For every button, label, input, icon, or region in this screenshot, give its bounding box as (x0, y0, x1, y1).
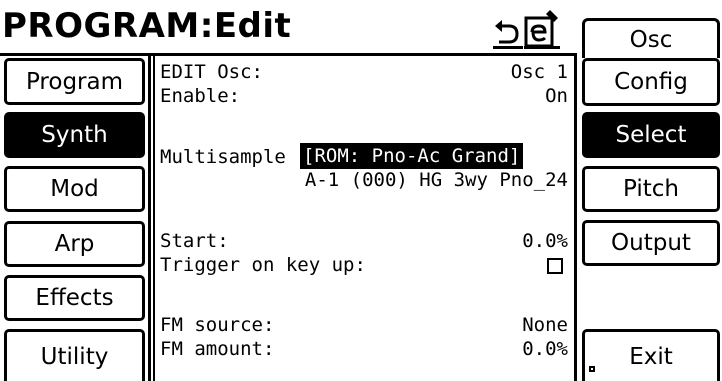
tab-config[interactable]: Config (582, 58, 720, 106)
tab-select[interactable]: Select (582, 112, 720, 158)
param-fm-source[interactable]: FM source: None (160, 313, 568, 337)
param-value[interactable]: 0.0% (522, 337, 568, 361)
exit-button-label: Exit (629, 343, 673, 370)
param-trigger-on-key-up[interactable]: Trigger on key up: (160, 253, 568, 277)
tab-osc[interactable]: Osc (582, 18, 720, 58)
param-fm-amount[interactable]: FM amount: 0.0% (160, 337, 568, 361)
param-label: FM amount: (160, 338, 275, 360)
param-label: Enable: (160, 85, 241, 107)
undo-arrow-icon[interactable] (493, 16, 523, 50)
exit-marker-icon (589, 366, 595, 372)
param-value[interactable]: On (545, 84, 568, 108)
tab-synth-label: Synth (37, 122, 112, 148)
param-label: Multisample (160, 146, 286, 168)
param-label: Trigger on key up: (160, 254, 366, 276)
param-label: EDIT Osc: (160, 61, 263, 83)
header-divider (0, 53, 577, 56)
param-edit-osc[interactable]: EDIT Osc: Osc 1 (160, 60, 568, 84)
tab-output-label: Output (611, 230, 691, 256)
tab-config-label: Config (614, 69, 688, 95)
main-frame-right (574, 56, 577, 381)
tab-program[interactable]: Program (4, 58, 145, 105)
param-enable[interactable]: Enable: On (160, 84, 568, 108)
tab-arp[interactable]: Arp (4, 221, 145, 267)
param-value[interactable]: Osc 1 (511, 60, 568, 84)
tab-effects[interactable]: Effects (4, 275, 145, 321)
tab-effects-label: Effects (35, 285, 114, 311)
tab-pitch-label: Pitch (623, 176, 679, 202)
param-value[interactable]: None (522, 313, 568, 337)
trigger-on-key-up-checkbox[interactable] (547, 258, 563, 274)
param-label: Start: (160, 230, 229, 252)
main-frame-left-inner (153, 56, 155, 381)
tab-utility[interactable]: Utility (4, 329, 145, 381)
tab-synth[interactable]: Synth (4, 112, 145, 158)
exit-button[interactable]: Exit (582, 329, 720, 381)
tab-select-label: Select (615, 122, 687, 148)
tab-mod-label: Mod (50, 176, 99, 202)
tab-output[interactable]: Output (582, 220, 720, 266)
param-label: FM source: (160, 314, 275, 336)
multisample-name-value[interactable]: A-1 (000) HG 3wy Pno_24 (305, 168, 568, 192)
param-multisample: Multisample (160, 145, 300, 169)
tab-osc-label: Osc (629, 26, 673, 53)
multisample-bank-value[interactable]: [ROM: Pno-Ac Grand] (300, 143, 524, 169)
tab-mod[interactable]: Mod (4, 166, 145, 212)
page-title: PROGRAM:Edit (2, 6, 292, 46)
tab-pitch[interactable]: Pitch (582, 166, 720, 212)
edit-document-icon[interactable] (524, 8, 560, 50)
tab-program-label: Program (25, 68, 124, 95)
main-frame-left (148, 56, 151, 381)
param-value[interactable]: 0.0% (522, 229, 568, 253)
param-start[interactable]: Start: 0.0% (160, 229, 568, 253)
tab-arp-label: Arp (54, 231, 95, 257)
tab-utility-label: Utility (40, 343, 109, 370)
